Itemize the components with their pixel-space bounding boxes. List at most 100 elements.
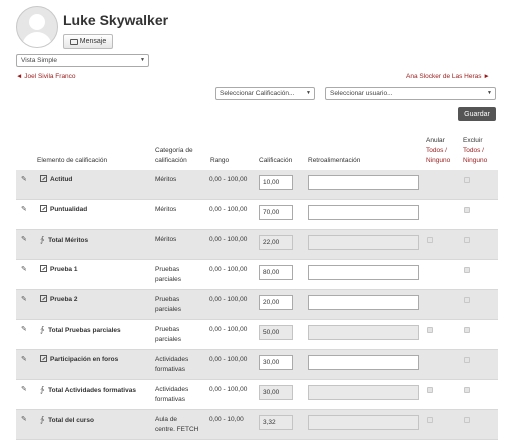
override-checkbox[interactable] <box>427 417 433 423</box>
header-exclude: Excluir Todos / Ninguno <box>463 137 488 164</box>
message-label: Mensaje <box>79 38 107 45</box>
exclude-all-none-link[interactable]: Todos / <box>463 146 487 156</box>
exclude-checkbox[interactable] <box>464 207 470 213</box>
item-cell: Puntualidad <box>40 205 87 215</box>
item-name: Total Actividades formativas <box>48 387 136 394</box>
grade-input[interactable]: 20,00 <box>259 295 293 310</box>
range-cell: 0,00 - 100,00 <box>209 356 248 363</box>
feedback-input <box>308 415 419 430</box>
next-user-link[interactable]: Ana Slocker de Las Heras ► <box>406 73 490 80</box>
table-row: ✎ ∱ Total del curso Aula de centre. FETCH 0,0… <box>16 410 498 440</box>
category-cell: Aula de centre. FETCH <box>155 416 199 433</box>
item-name[interactable]: Puntualidad <box>50 206 87 213</box>
item-cell: Participación en foros <box>40 355 118 365</box>
item-cell: Prueba 2 <box>40 295 77 305</box>
range-cell: 0,00 - 100,00 <box>209 266 248 273</box>
feedback-input[interactable] <box>308 205 419 220</box>
table-row: ✎ Participación en foros Actividades format… <box>16 350 498 380</box>
save-button[interactable]: Guardar <box>458 107 496 121</box>
header-grade: Calificación <box>259 157 293 164</box>
item-name[interactable]: Prueba 1 <box>50 266 77 273</box>
table-row: ✎ Prueba 1 Pruebas parciales 0,00 - 100,00 80… <box>16 260 498 290</box>
feedback-input <box>308 325 419 340</box>
category-cell: Méritos <box>155 176 177 183</box>
feedback-input[interactable] <box>308 175 419 190</box>
calculator-icon: ∱ <box>40 235 45 244</box>
table-row: ✎ ∱ Total Pruebas parciales Pruebas parciale… <box>16 320 498 350</box>
exclude-checkbox[interactable] <box>464 327 470 333</box>
calculator-icon: ∱ <box>40 385 45 394</box>
grade-input[interactable]: 30,00 <box>259 355 293 370</box>
chevron-down-icon: ▼ <box>140 57 145 63</box>
grade-input[interactable]: 80,00 <box>259 265 293 280</box>
grade-input[interactable]: 70,00 <box>259 205 293 220</box>
avatar <box>16 6 58 48</box>
exclude-checkbox[interactable] <box>464 237 470 243</box>
header-range: Rango <box>210 157 230 164</box>
exclude-checkbox[interactable] <box>464 417 470 423</box>
feedback-input[interactable] <box>308 265 419 280</box>
feedback-input[interactable] <box>308 355 419 370</box>
exclude-checkbox[interactable] <box>464 297 470 303</box>
item-name: Total Pruebas parciales <box>48 327 121 334</box>
feedback-input <box>308 235 419 250</box>
item-cell: ∱ Total Actividades formativas <box>40 385 136 396</box>
category-cell: Méritos <box>155 206 177 213</box>
header-feedback: Retroalimentación <box>308 157 361 164</box>
manual-item-icon <box>40 175 47 182</box>
grade-select[interactable]: Seleccionar Calificación... ▼ <box>215 87 315 100</box>
item-cell: Prueba 1 <box>40 265 77 275</box>
view-select[interactable]: Vista Simple ▼ <box>16 54 149 67</box>
override-checkbox[interactable] <box>427 387 433 393</box>
exclude-checkbox[interactable] <box>464 357 470 363</box>
calculator-icon: ∱ <box>40 415 45 424</box>
item-name[interactable]: Participación en foros <box>50 356 118 363</box>
item-name[interactable]: Actitud <box>50 176 72 183</box>
edit-icon[interactable]: ✎ <box>21 175 27 184</box>
item-cell: Actitud <box>40 175 72 185</box>
grade-input: 50,00 <box>259 325 293 340</box>
item-cell: ∱ Total Méritos <box>40 235 88 246</box>
override-checkbox[interactable] <box>427 237 433 243</box>
category-cell: Pruebas parciales <box>155 266 182 283</box>
manual-item-icon <box>40 295 47 302</box>
grade-input[interactable]: 10,00 <box>259 175 293 190</box>
message-button[interactable]: Mensaje <box>63 34 113 49</box>
chevron-down-icon: ▼ <box>306 90 311 96</box>
manual-item-icon <box>40 265 47 272</box>
grade-input: 22,00 <box>259 235 293 250</box>
user-select[interactable]: Seleccionar usuario... ▼ <box>325 87 496 100</box>
header-item: Elemento de calificación <box>37 157 108 164</box>
exclude-checkbox[interactable] <box>464 177 470 183</box>
exclude-checkbox[interactable] <box>464 387 470 393</box>
edit-icon[interactable]: ✎ <box>21 385 27 394</box>
item-name: Total Méritos <box>48 237 89 244</box>
edit-icon[interactable]: ✎ <box>21 205 27 214</box>
edit-icon[interactable]: ✎ <box>21 415 27 424</box>
range-cell: 0,00 - 100,00 <box>209 386 248 393</box>
feedback-input[interactable] <box>308 295 419 310</box>
item-name[interactable]: Prueba 2 <box>50 296 77 303</box>
override-checkbox[interactable] <box>427 327 433 333</box>
manual-item-icon <box>40 355 47 362</box>
edit-icon[interactable]: ✎ <box>21 325 27 334</box>
edit-icon[interactable]: ✎ <box>21 235 27 244</box>
chevron-down-icon: ▼ <box>487 90 492 96</box>
category-cell: Actividades formativas <box>155 386 189 403</box>
header-category: Categoría de calificación <box>155 147 193 164</box>
exclude-checkbox[interactable] <box>464 267 470 273</box>
category-cell: Méritos <box>155 236 177 243</box>
override-all-none-link[interactable]: Todos / <box>426 146 450 156</box>
prev-user-link[interactable]: ◄ Joel Sivila Franco <box>16 73 76 80</box>
range-cell: 0,00 - 100,00 <box>209 206 248 213</box>
user-name: Luke Skywalker <box>63 12 169 28</box>
message-icon <box>69 38 78 45</box>
table-row: ✎ ∱ Total Méritos Méritos 0,00 - 100,00 22,00 <box>16 230 498 260</box>
edit-icon[interactable]: ✎ <box>21 295 27 304</box>
edit-icon[interactable]: ✎ <box>21 265 27 274</box>
table-row: ✎ ∱ Total Actividades formativas Actividade… <box>16 380 498 410</box>
item-cell: ∱ Total del curso <box>40 415 94 426</box>
edit-icon[interactable]: ✎ <box>21 355 27 364</box>
table-row: ✎ Prueba 2 Pruebas parciales 0,00 - 100,00 20… <box>16 290 498 320</box>
range-cell: 0,00 - 100,00 <box>209 326 248 333</box>
